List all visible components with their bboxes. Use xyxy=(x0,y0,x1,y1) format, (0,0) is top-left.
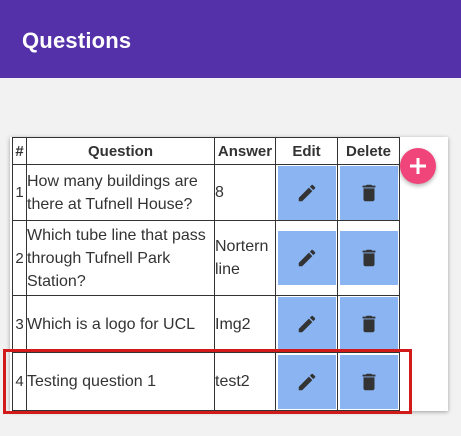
question-cell: How many buildings are there at Tufnell … xyxy=(26,164,215,221)
app-bar: Questions xyxy=(0,0,461,78)
edit-button[interactable] xyxy=(277,354,336,409)
pencil-icon xyxy=(298,184,315,201)
edit-cell xyxy=(275,352,338,411)
delete-button[interactable] xyxy=(339,165,398,220)
questions-table: # Question Answer Edit Delete 1 How many… xyxy=(12,137,400,411)
edit-button[interactable] xyxy=(277,297,336,351)
add-question-button[interactable] xyxy=(400,148,436,184)
trash-icon xyxy=(362,315,375,333)
table-row: 3 Which is a logo for UCL Img2 xyxy=(12,295,400,353)
pencil-icon xyxy=(298,373,315,390)
delete-cell xyxy=(337,352,400,411)
trash-icon xyxy=(362,373,375,390)
answer-cell: test2 xyxy=(214,352,276,411)
header-delete: Delete xyxy=(337,137,400,165)
answer-cell: Img2 xyxy=(214,295,276,353)
page-title: Questions xyxy=(22,28,132,53)
header-question: Question xyxy=(26,137,215,165)
header-number: # xyxy=(12,137,27,165)
table-row: 4 Testing question 1 test2 xyxy=(12,352,400,411)
row-number: 1 xyxy=(12,164,27,221)
question-cell: Testing question 1 xyxy=(26,352,215,411)
question-cell: Which tube line that pass through Tufnel… xyxy=(26,220,215,296)
header-edit: Edit xyxy=(275,137,338,165)
table-row: 2 Which tube line that pass through Tufn… xyxy=(12,220,400,296)
edit-button[interactable] xyxy=(277,165,336,220)
delete-cell xyxy=(337,164,400,221)
pencil-icon xyxy=(298,249,315,267)
table-header-row: # Question Answer Edit Delete xyxy=(12,137,400,165)
answer-cell: Nortern line xyxy=(214,220,276,296)
trash-icon xyxy=(362,184,375,201)
row-number: 3 xyxy=(12,295,27,353)
question-cell: Which is a logo for UCL xyxy=(26,295,215,353)
delete-button[interactable] xyxy=(339,231,398,285)
header-answer: Answer xyxy=(214,137,276,165)
edit-cell xyxy=(275,220,338,296)
row-number: 4 xyxy=(12,352,27,411)
row-number: 2 xyxy=(12,220,27,296)
answer-cell: 8 xyxy=(214,164,276,221)
edit-button[interactable] xyxy=(277,231,336,285)
edit-cell xyxy=(275,295,338,353)
edit-cell xyxy=(275,164,338,221)
table-row: 1 How many buildings are there at Tufnel… xyxy=(12,164,400,221)
delete-button[interactable] xyxy=(339,354,398,409)
delete-cell xyxy=(337,220,400,296)
delete-cell xyxy=(337,295,400,353)
trash-icon xyxy=(362,249,375,267)
delete-button[interactable] xyxy=(339,297,398,351)
plus-icon xyxy=(410,158,426,174)
pencil-icon xyxy=(298,315,315,333)
